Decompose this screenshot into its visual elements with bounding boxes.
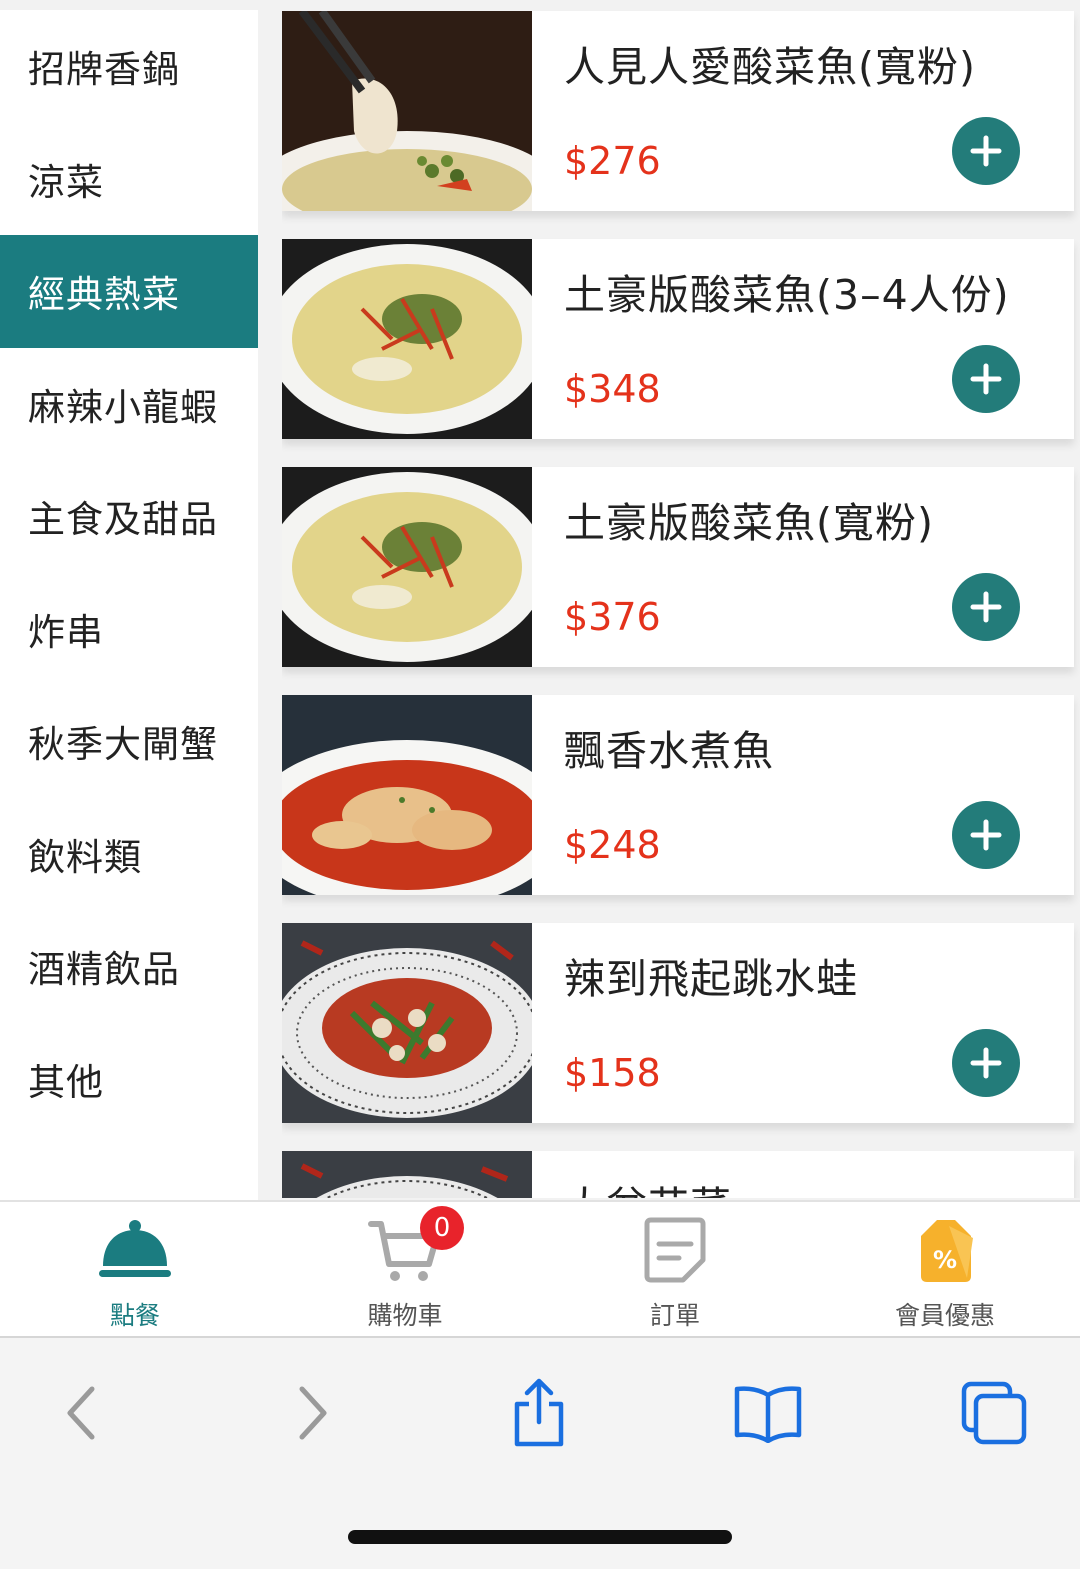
tab-orders[interactable]: 訂單 — [540, 1202, 810, 1338]
category-item[interactable]: 秋季大閘蟹 — [0, 685, 258, 798]
menu-item-card[interactable]: 大盆花菜 — [282, 1151, 1074, 1198]
dish-photo — [282, 239, 532, 439]
menu-item-card[interactable]: 辣到飛起跳水蛙 $158 — [282, 923, 1074, 1123]
category-label: 涼菜 — [28, 160, 104, 204]
dish-name: 大盆花菜 — [564, 1173, 732, 1198]
category-label: 主食及甜品 — [28, 498, 218, 542]
category-item[interactable]: 招牌香鍋 — [0, 10, 258, 123]
cart-count-badge: 0 — [420, 1206, 464, 1250]
tab-label: 會員優惠 — [894, 1301, 995, 1330]
category-label: 炸串 — [28, 610, 104, 654]
menu-screen: 招牌香鍋 涼菜 經典熱菜 麻辣小龍蝦 主食及甜品 炸串 秋季大閘蟹 飲料類 酒精… — [0, 0, 1080, 1200]
dish-photo — [282, 11, 532, 211]
add-to-cart-button[interactable] — [952, 573, 1020, 641]
plus-icon — [970, 363, 1002, 395]
forward-icon — [299, 1386, 327, 1440]
tab-member[interactable]: % 會員優惠 — [810, 1202, 1080, 1338]
tab-label: 訂單 — [649, 1301, 700, 1330]
bookmarks-button[interactable] — [728, 1378, 808, 1448]
plus-icon — [970, 819, 1002, 851]
tab-order[interactable]: 點餐 — [0, 1202, 270, 1338]
dish-photo — [282, 923, 532, 1123]
add-to-cart-button[interactable] — [952, 1029, 1020, 1097]
tab-label: 點餐 — [109, 1301, 160, 1330]
dish-price: $376 — [564, 595, 661, 639]
category-item[interactable]: 炸串 — [0, 573, 258, 686]
plus-icon — [970, 135, 1002, 167]
tabs-icon — [961, 1381, 1027, 1445]
menu-item-card[interactable]: 土豪版酸菜魚(寬粉) $376 — [282, 467, 1074, 667]
home-indicator — [348, 1530, 732, 1544]
category-label: 其他 — [28, 1060, 104, 1104]
dish-name: 土豪版酸菜魚(3–4人份) — [564, 271, 1010, 319]
category-item-active[interactable]: 經典熱菜 — [0, 235, 258, 348]
category-item[interactable]: 涼菜 — [0, 123, 258, 236]
browser-toolbar — [0, 1338, 1080, 1569]
category-item[interactable]: 主食及甜品 — [0, 460, 258, 573]
share-icon — [514, 1378, 564, 1447]
category-item[interactable]: 酒精飲品 — [0, 910, 258, 1023]
receipt-icon — [644, 1217, 706, 1283]
category-label: 飲料類 — [28, 835, 142, 879]
dish-photo — [282, 695, 532, 895]
svg-text:%: % — [933, 1246, 957, 1274]
category-item[interactable]: 飲料類 — [0, 798, 258, 911]
dish-photo — [282, 467, 532, 667]
category-label: 招牌香鍋 — [28, 48, 180, 92]
category-label: 秋季大閘蟹 — [28, 723, 218, 767]
plus-icon — [970, 591, 1002, 623]
menu-item-card[interactable]: 土豪版酸菜魚(3–4人份) $348 — [282, 239, 1074, 439]
category-label: 麻辣小龍蝦 — [28, 385, 218, 429]
cloche-icon — [99, 1220, 171, 1277]
dish-photo — [282, 1151, 532, 1198]
tab-label: 購物車 — [367, 1301, 443, 1330]
dish-price: $276 — [564, 139, 661, 183]
tab-cart[interactable]: 0 購物車 — [270, 1202, 540, 1338]
dish-price: $248 — [564, 823, 661, 867]
tabs-button[interactable] — [955, 1378, 1035, 1448]
category-item[interactable]: 其他 — [0, 1023, 258, 1136]
category-item[interactable]: 麻辣小龍蝦 — [0, 348, 258, 461]
bottom-tab-bar: 點餐 0 購物車 訂單 % 會員優惠 — [0, 1200, 1080, 1338]
category-label: 酒精飲品 — [28, 948, 180, 992]
category-sidebar: 招牌香鍋 涼菜 經典熱菜 麻辣小龍蝦 主食及甜品 炸串 秋季大閘蟹 飲料類 酒精… — [0, 10, 258, 1200]
menu-item-card[interactable]: 人見人愛酸菜魚(寬粉) $276 — [282, 11, 1074, 211]
add-to-cart-button[interactable] — [952, 345, 1020, 413]
share-button[interactable] — [499, 1378, 579, 1448]
dish-price: $348 — [564, 367, 661, 411]
forward-button[interactable] — [274, 1378, 354, 1448]
back-button[interactable] — [40, 1378, 120, 1448]
add-to-cart-button[interactable] — [952, 801, 1020, 869]
dish-name: 土豪版酸菜魚(寬粉) — [564, 499, 934, 547]
dish-name: 飄香水煮魚 — [564, 727, 774, 775]
menu-item-list[interactable]: 人見人愛酸菜魚(寬粉) $276 土豪版酸菜魚(3–4人份) $348 土豪版酸… — [282, 0, 1080, 1198]
category-label: 經典熱菜 — [28, 273, 180, 317]
dish-name: 辣到飛起跳水蛙 — [564, 955, 858, 1003]
dish-name: 人見人愛酸菜魚(寬粉) — [564, 43, 976, 91]
discount-tag-icon: % — [921, 1220, 973, 1282]
menu-item-card[interactable]: 飄香水煮魚 $248 — [282, 695, 1074, 895]
add-to-cart-button[interactable] — [952, 117, 1020, 185]
dish-price: $158 — [564, 1051, 661, 1095]
back-icon — [67, 1386, 95, 1440]
bookmarks-icon — [734, 1386, 802, 1443]
plus-icon — [970, 1047, 1002, 1079]
